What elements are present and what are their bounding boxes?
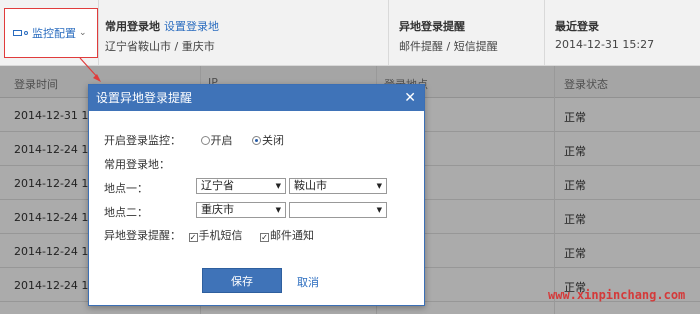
location1-province-value: 辽宁省 (201, 179, 234, 192)
monitor-label: 开启登录监控： (104, 134, 181, 147)
radio-off[interactable]: 关闭 (252, 134, 284, 147)
remote-login-alert-dialog: 设置异地登录提醒 ✕ 开启登录监控： 开启 关闭 常用登录地： 地点一： 辽宁省… (88, 84, 425, 306)
location2-city-select[interactable]: ▼ (289, 202, 387, 218)
location1-province-select[interactable]: 辽宁省 ▼ (196, 178, 286, 194)
location2-label: 地点二： (104, 206, 148, 219)
dropdown-arrow-icon: ▼ (376, 182, 382, 190)
watermark: www.xinpinchang.com (548, 288, 686, 302)
location1-label: 地点一： (104, 182, 148, 195)
remind-row: 异地登录提醒： ✓ 手机短信 ✓ 邮件通知 (104, 227, 314, 243)
mail-checkbox[interactable]: ✓ 邮件通知 (260, 229, 314, 242)
location1-city-value: 鞍山市 (294, 179, 327, 192)
sms-label: 手机短信 (198, 229, 243, 242)
radio-on[interactable]: 开启 (200, 134, 233, 147)
dropdown-arrow-icon: ▼ (275, 182, 281, 190)
common-location-label: 常用登录地： (104, 158, 170, 171)
dialog-title: 设置异地登录提醒 (96, 91, 193, 105)
location2-province-value: 重庆市 (201, 203, 234, 216)
dropdown-arrow-icon: ▼ (275, 206, 281, 214)
location1-city-select[interactable]: 鞍山市 ▼ (289, 178, 387, 194)
cancel-button[interactable]: 取消 (297, 274, 319, 290)
checkbox-checked-icon: ✓ (188, 233, 198, 242)
sms-checkbox[interactable]: ✓ 手机短信 (188, 229, 243, 242)
radio-on-label: 开启 (210, 134, 233, 147)
monitor-row: 开启登录监控： 开启 关闭 (104, 132, 284, 148)
close-icon[interactable]: ✕ (404, 85, 416, 111)
dropdown-arrow-icon: ▼ (376, 206, 382, 214)
checkbox-checked-icon: ✓ (260, 233, 269, 242)
radio-off-label: 关闭 (262, 134, 284, 147)
remind-label: 异地登录提醒： (104, 229, 181, 242)
dialog-titlebar: 设置异地登录提醒 ✕ (89, 85, 424, 111)
location2-province-select[interactable]: 重庆市 ▼ (196, 202, 286, 218)
save-button[interactable]: 保存 (202, 268, 282, 293)
radio-icon (252, 136, 261, 145)
radio-icon (200, 136, 210, 145)
mail-label: 邮件通知 (270, 229, 314, 242)
